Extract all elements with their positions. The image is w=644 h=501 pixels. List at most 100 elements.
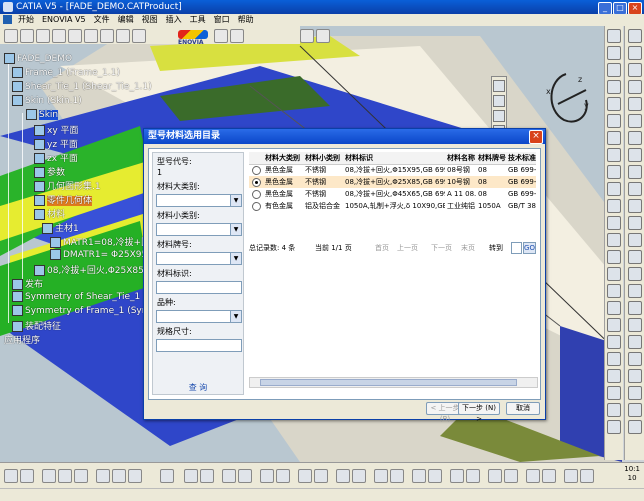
undo-icon[interactable] — [116, 29, 130, 43]
tree-node-material-spec[interactable]: 08,冷拔+回火,Φ25X85 — [34, 263, 144, 276]
menu-window[interactable]: 窗口 — [214, 15, 230, 24]
tree-node-part-body[interactable]: 零件几何体 — [34, 193, 93, 206]
new-icon[interactable] — [4, 29, 18, 43]
tool-icon[interactable] — [276, 469, 290, 483]
tool-icon[interactable] — [493, 95, 505, 107]
tool-icon[interactable] — [607, 29, 621, 43]
tree-node-publication[interactable]: 发布 — [12, 277, 43, 290]
spec-size-input[interactable] — [156, 339, 242, 352]
tree-node-assembly-features[interactable]: 装配特征 — [12, 319, 61, 332]
tool-icon[interactable] — [493, 80, 505, 92]
menu-start[interactable]: 开始 — [18, 15, 34, 24]
scroll-thumb[interactable] — [260, 379, 517, 386]
tool-icon[interactable] — [607, 182, 621, 196]
tool-icon[interactable] — [628, 29, 642, 43]
tool-icon[interactable] — [628, 318, 642, 332]
row-radio[interactable] — [252, 178, 261, 187]
menu-tools[interactable]: 工具 — [190, 15, 206, 24]
table-row[interactable]: 黑色金属 不锈钢 08,冷拔+回火,Φ45X65,GB 699 A 11 08.… — [249, 188, 536, 200]
tool-icon[interactable] — [607, 131, 621, 145]
compass-icon[interactable]: z x y — [538, 70, 594, 130]
menu-file[interactable]: 文件 — [94, 15, 110, 24]
print-icon[interactable] — [52, 29, 66, 43]
tool-icon[interactable] — [374, 469, 388, 483]
tree-node-frame[interactable]: Frame_1 (Frame_1.1) — [12, 67, 120, 78]
tool-icon[interactable] — [96, 469, 110, 483]
tool-icon[interactable] — [628, 114, 642, 128]
tool-icon[interactable] — [628, 250, 642, 264]
tree-node-matr1[interactable]: MATR1=08,冷拔+回 — [50, 235, 150, 248]
save-icon[interactable] — [36, 29, 50, 43]
tool-icon[interactable] — [628, 216, 642, 230]
tool-icon[interactable] — [74, 469, 88, 483]
tool-icon[interactable] — [628, 63, 642, 77]
tool-icon[interactable] — [298, 469, 312, 483]
material-minor-select[interactable]: ▼ — [156, 223, 242, 236]
dialog-close-button[interactable]: × — [529, 130, 543, 144]
tool-icon[interactable] — [628, 80, 642, 94]
tool-icon[interactable] — [607, 403, 621, 417]
tool-icon[interactable] — [428, 469, 442, 483]
tool-icon[interactable] — [42, 469, 56, 483]
tool-icon[interactable] — [112, 469, 126, 483]
go-button[interactable]: GO — [523, 242, 536, 254]
tool-icon[interactable] — [504, 469, 518, 483]
tree-node-applications[interactable]: 应用程序 — [4, 333, 40, 346]
tool-icon[interactable] — [628, 301, 642, 315]
table-row[interactable]: 黑色金属 不锈钢 08,冷拔+回火,Φ15X95,GB 699-65 08号钢 … — [249, 164, 536, 176]
tool-icon[interactable] — [607, 335, 621, 349]
menu-insert[interactable]: 插入 — [166, 15, 182, 24]
table-row-selected[interactable]: 黑色金属 不锈钢 08,冷拔+回火,Φ25X85,GB 699-65 10号钢 … — [249, 176, 536, 188]
tree-root[interactable]: FADE_DEMO — [4, 53, 72, 64]
tool-icon[interactable] — [607, 250, 621, 264]
tool-icon[interactable] — [580, 469, 594, 483]
tool-icon[interactable] — [466, 469, 480, 483]
tool-icon[interactable] — [564, 469, 578, 483]
tool-icon[interactable] — [488, 469, 502, 483]
row-radio[interactable] — [252, 190, 261, 199]
menu-edit[interactable]: 编辑 — [118, 15, 134, 24]
tool-icon[interactable] — [412, 469, 426, 483]
next-button[interactable]: 下一步 (N) > — [458, 402, 500, 423]
menu-view[interactable]: 视图 — [142, 15, 158, 24]
tool-icon[interactable] — [628, 335, 642, 349]
tree-node-main-material[interactable]: 主材1 — [42, 221, 79, 234]
tool-icon[interactable] — [607, 369, 621, 383]
tool-icon[interactable] — [222, 469, 236, 483]
enovia-tool-icon[interactable] — [214, 29, 228, 43]
tool-icon[interactable] — [58, 469, 72, 483]
tool-icon[interactable] — [628, 182, 642, 196]
material-grade-select[interactable]: ▼ — [156, 252, 242, 265]
tree-node-symmetry-frame[interactable]: Symmetry of Frame_1 (Sym — [12, 305, 151, 316]
toggle-icon[interactable] — [300, 29, 314, 43]
tool-icon[interactable] — [607, 386, 621, 400]
tool-icon[interactable] — [607, 352, 621, 366]
tree-node-xy-plane[interactable]: xy 平面 — [34, 123, 79, 136]
model-code-value[interactable]: 1 — [157, 168, 162, 177]
tool-icon[interactable] — [607, 63, 621, 77]
tree-node-geometric-set[interactable]: 几何图形集.1 — [34, 179, 101, 192]
tool-icon[interactable] — [628, 97, 642, 111]
query-button[interactable]: 查 询 — [156, 382, 240, 393]
chevron-down-icon[interactable]: ▼ — [230, 253, 241, 264]
tool-icon[interactable] — [607, 318, 621, 332]
tool-icon[interactable] — [628, 199, 642, 213]
tool-icon[interactable] — [607, 148, 621, 162]
table-row[interactable]: 有色金属 铝及铝合金 1050A,轧制+浮火,δ 10X90,GB/T 3880… — [249, 200, 536, 212]
tool-icon[interactable] — [607, 165, 621, 179]
chevron-down-icon[interactable]: ▼ — [230, 311, 241, 322]
next-page-link[interactable]: 下一页 — [431, 243, 452, 253]
tool-icon[interactable] — [184, 469, 198, 483]
tool-icon[interactable] — [336, 469, 350, 483]
tool-icon[interactable] — [628, 131, 642, 145]
cut-icon[interactable] — [68, 29, 82, 43]
prev-page-link[interactable]: 上一页 — [397, 243, 418, 253]
horizontal-scrollbar[interactable] — [249, 377, 538, 388]
tool-icon[interactable] — [493, 110, 505, 122]
tool-icon[interactable] — [607, 97, 621, 111]
cancel-button[interactable]: 取消 — [506, 402, 540, 415]
row-radio[interactable] — [252, 202, 261, 211]
tool-icon[interactable] — [628, 148, 642, 162]
tool-icon[interactable] — [607, 284, 621, 298]
open-icon[interactable] — [20, 29, 34, 43]
